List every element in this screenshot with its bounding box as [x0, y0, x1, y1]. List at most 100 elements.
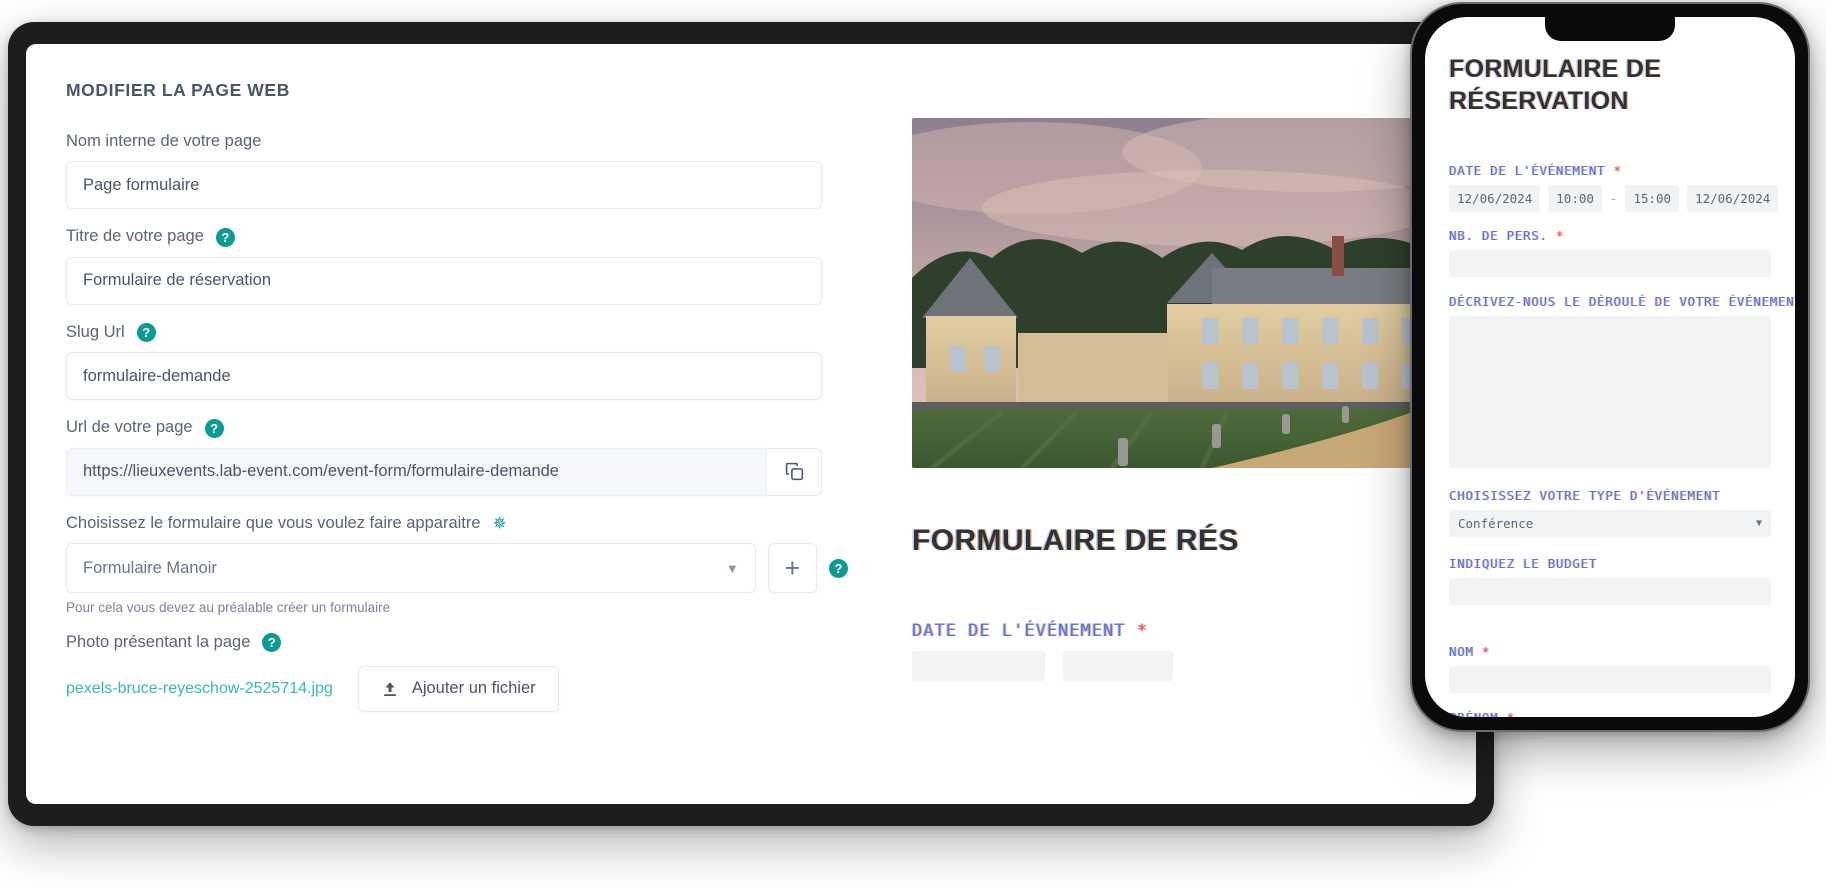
- gear-icon[interactable]: ✵: [493, 515, 507, 532]
- phone-notch: [1545, 17, 1675, 41]
- phone-label-budget-text: INDIQUEZ LE BUDGET: [1449, 556, 1598, 571]
- label-url: Url de votre page ?: [66, 417, 848, 438]
- laptop-mockup: MODIFIER LA PAGE WEB Nom interne de votr…: [8, 22, 1494, 826]
- phone-input-budget[interactable]: [1449, 578, 1771, 605]
- phone-prenom-required: *: [1507, 710, 1515, 717]
- preview-date-required: *: [1136, 621, 1148, 641]
- field-photo: Photo présentant la page ? pexels-bruce-…: [66, 632, 848, 712]
- field-slug: Slug Url ? formulaire-demande: [66, 322, 848, 401]
- phone-mockup: FORMULAIRE DE RÉSERVATION DATE DE L'ÉVÉN…: [1410, 2, 1810, 732]
- slug-input[interactable]: formulaire-demande: [66, 352, 822, 401]
- phone-label-prenom: PRÉNOM *: [1449, 710, 1771, 717]
- uploaded-file-link[interactable]: pexels-bruce-reyeschow-2525714.jpg: [66, 680, 333, 698]
- label-form-select-text: Choisissez le formulaire que vous voulez…: [66, 513, 481, 532]
- phone-start-time[interactable]: 10:00: [1548, 185, 1602, 212]
- upload-icon: [383, 681, 396, 696]
- label-slug: Slug Url ?: [66, 322, 848, 343]
- phone-date-required: *: [1613, 163, 1622, 178]
- chevron-down-icon: ▼: [725, 560, 739, 576]
- label-slug-text: Slug Url: [66, 322, 125, 341]
- phone-label-nb-pers-text: NB. DE PERS.: [1449, 228, 1548, 243]
- phone-field-budget: INDIQUEZ LE BUDGET: [1449, 556, 1771, 605]
- phone-label-description: DÉCRIVEZ-NOUS LE DÉROULÉ DE VOTRE ÉVÉNEM…: [1449, 294, 1795, 309]
- preview-date-label-text: DATE DE L'ÉVÉNEMENT: [912, 621, 1126, 641]
- chateau-photo-illustration: [912, 118, 1476, 468]
- phone-spacer: [1449, 622, 1771, 644]
- phone-select-event-type-value: Conférence: [1458, 516, 1534, 531]
- preview-date-input-start[interactable]: [912, 651, 1045, 681]
- help-icon-form-select[interactable]: ?: [829, 558, 848, 578]
- preview-date-input-end[interactable]: [1063, 651, 1173, 681]
- field-page-title: Titre de votre page ? Formulaire de rése…: [66, 226, 848, 305]
- help-icon-url[interactable]: ?: [204, 418, 224, 438]
- phone-field-event-type: CHOISISSEZ VOTRE TYPE D'ÉVÉNEMENT Confér…: [1449, 488, 1771, 537]
- form-select-dropdown[interactable]: Formulaire Manoir ▼: [66, 543, 756, 594]
- phone-date-row: 12/06/2024 10:00 - 15:00 12/06/2024: [1449, 185, 1779, 212]
- label-internal-name-text: Nom interne de votre page: [66, 132, 262, 150]
- add-form-button[interactable]: +: [767, 543, 817, 594]
- internal-name-input[interactable]: Page formulaire: [66, 161, 822, 210]
- copy-url-button[interactable]: [766, 447, 822, 496]
- slug-value: formulaire-demande: [83, 366, 231, 385]
- preview-date-label: DATE DE L'ÉVÉNEMENT *: [912, 621, 1476, 641]
- phone-label-date: DATE DE L'ÉVÉNEMENT *: [1449, 163, 1771, 178]
- phone-label-description-text: DÉCRIVEZ-NOUS LE DÉROULÉ DE VOTRE ÉVÉNEM…: [1449, 294, 1795, 309]
- phone-end-date[interactable]: 12/06/2024: [1687, 185, 1779, 212]
- phone-date-separator: -: [1609, 191, 1618, 206]
- label-photo: Photo présentant la page ?: [66, 632, 848, 653]
- phone-field-nom: NOM *: [1449, 644, 1771, 693]
- phone-label-nom-text: NOM: [1449, 644, 1474, 659]
- preview-heading: FORMULAIRE DE RÉS: [912, 524, 1239, 557]
- label-page-title-text: Titre de votre page: [66, 227, 204, 246]
- screenshot-stage: MODIFIER LA PAGE WEB Nom interne de votr…: [0, 0, 1826, 887]
- phone-nom-required: *: [1481, 644, 1491, 659]
- label-form-select: Choisissez le formulaire que vous voulez…: [66, 513, 848, 534]
- phone-end-time[interactable]: 15:00: [1625, 185, 1680, 212]
- field-url: Url de votre page ? https://lieuxevents.…: [66, 417, 848, 496]
- page-title: MODIFIER LA PAGE WEB: [66, 80, 290, 100]
- phone-field-nb-pers: NB. DE PERS. *: [1449, 228, 1771, 277]
- help-icon-slug[interactable]: ?: [136, 323, 156, 343]
- phone-label-budget: INDIQUEZ LE BUDGET: [1449, 556, 1771, 571]
- url-input[interactable]: https://lieuxevents.lab-event.com/event-…: [66, 447, 766, 496]
- phone-field-description: DÉCRIVEZ-NOUS LE DÉROULÉ DE VOTRE ÉVÉNEM…: [1449, 294, 1795, 468]
- phone-screen: FORMULAIRE DE RÉSERVATION DATE DE L'ÉVÉN…: [1425, 17, 1795, 717]
- phone-textarea-description[interactable]: [1449, 316, 1771, 468]
- phone-input-nb-pers[interactable]: [1449, 250, 1771, 277]
- form-select-row: Formulaire Manoir ▼ + ?: [66, 543, 848, 594]
- phone-label-nb-pers: NB. DE PERS. *: [1449, 228, 1771, 243]
- help-icon-photo[interactable]: ?: [262, 633, 282, 653]
- add-form-label: +: [784, 552, 801, 583]
- phone-form-title: FORMULAIRE DE RÉSERVATION: [1449, 55, 1662, 115]
- phone-label-date-text: DATE DE L'ÉVÉNEMENT: [1449, 163, 1606, 178]
- label-internal-name: Nom interne de votre page: [66, 131, 848, 152]
- phone-label-prenom-text: PRÉNOM: [1449, 710, 1498, 717]
- label-url-text: Url de votre page: [66, 418, 193, 437]
- field-internal-name: Nom interne de votre page Page formulair…: [66, 131, 848, 210]
- help-icon-page-title[interactable]: ?: [215, 227, 235, 247]
- preview-date-inputs: [912, 651, 1476, 681]
- phone-start-date[interactable]: 12/06/2024: [1449, 185, 1541, 212]
- form-select-hint: Pour cela vous devez au préalable créer …: [66, 600, 391, 616]
- add-file-button[interactable]: Ajouter un fichier: [357, 665, 559, 712]
- copy-icon: [785, 463, 803, 481]
- url-row: https://lieuxevents.lab-event.com/event-…: [66, 447, 822, 496]
- photo-file-row: pexels-bruce-reyeschow-2525714.jpg Ajout…: [66, 665, 848, 712]
- page-title-value: Formulaire de réservation: [83, 271, 271, 290]
- phone-input-nom[interactable]: [1449, 666, 1771, 693]
- preview-photo: [912, 118, 1476, 468]
- phone-field-date: DATE DE L'ÉVÉNEMENT * 12/06/2024 10:00 -…: [1449, 163, 1779, 212]
- label-page-title: Titre de votre page ?: [66, 226, 848, 247]
- phone-label-event-type-text: CHOISISSEZ VOTRE TYPE D'ÉVÉNEMENT: [1449, 488, 1721, 503]
- label-photo-text: Photo présentant la page: [66, 633, 251, 652]
- phone-label-nom: NOM *: [1449, 644, 1771, 659]
- phone-nb-pers-required: *: [1555, 228, 1565, 243]
- phone-select-event-type[interactable]: Conférence ▼: [1449, 510, 1771, 537]
- form-select-value: Formulaire Manoir: [83, 558, 217, 577]
- field-form-select: Choisissez le formulaire que vous voulez…: [66, 513, 848, 615]
- phone-field-prenom: PRÉNOM *: [1449, 710, 1771, 717]
- page-preview: FORMULAIRE DE RÉS DATE DE L'ÉVÉNEMENT *: [888, 44, 1476, 804]
- phone-label-event-type: CHOISISSEZ VOTRE TYPE D'ÉVÉNEMENT: [1449, 488, 1771, 503]
- edit-panel: MODIFIER LA PAGE WEB Nom interne de votr…: [26, 44, 888, 804]
- page-title-input[interactable]: Formulaire de réservation: [66, 256, 822, 305]
